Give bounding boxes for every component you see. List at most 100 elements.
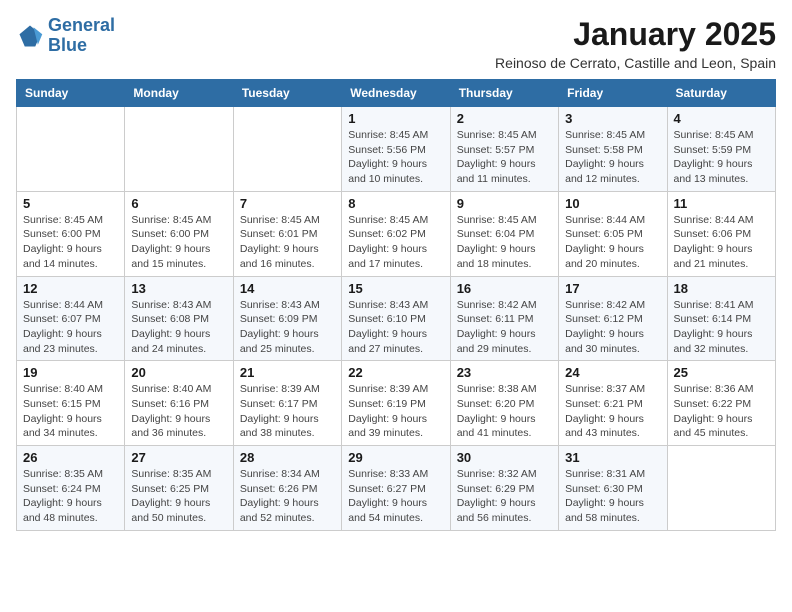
day-number: 19: [23, 365, 118, 380]
day-info: Sunrise: 8:45 AM Sunset: 6:00 PM Dayligh…: [131, 213, 226, 272]
day-info: Sunrise: 8:45 AM Sunset: 6:04 PM Dayligh…: [457, 213, 552, 272]
day-info: Sunrise: 8:31 AM Sunset: 6:30 PM Dayligh…: [565, 467, 660, 526]
calendar-cell: 10 Sunrise: 8:44 AM Sunset: 6:05 PM Dayli…: [559, 191, 667, 276]
calendar-cell: 3Sunrise: 8:45 AM Sunset: 5:58 PM Daylig…: [559, 107, 667, 192]
calendar-cell: 11 Sunrise: 8:44 AM Sunset: 6:06 PM Dayli…: [667, 191, 775, 276]
day-info: Sunrise: 8:36 AM Sunset: 6:22 PM Dayligh…: [674, 382, 769, 441]
day-number: 5: [23, 196, 118, 211]
calendar-week-5: 26 Sunrise: 8:35 AM Sunset: 6:24 PM Dayli…: [17, 446, 776, 531]
logo-icon: [16, 22, 44, 50]
day-info: Sunrise: 8:43 AM Sunset: 6:08 PM Dayligh…: [131, 298, 226, 357]
calendar-week-2: 5 Sunrise: 8:45 AM Sunset: 6:00 PM Daylig…: [17, 191, 776, 276]
weekday-header-wednesday: Wednesday: [342, 80, 450, 107]
calendar-cell: 27 Sunrise: 8:35 AM Sunset: 6:25 PM Dayli…: [125, 446, 233, 531]
calendar-cell: 2Sunrise: 8:45 AM Sunset: 5:57 PM Daylig…: [450, 107, 558, 192]
calendar-cell: 7 Sunrise: 8:45 AM Sunset: 6:01 PM Daylig…: [233, 191, 341, 276]
calendar-cell: 13 Sunrise: 8:43 AM Sunset: 6:08 PM Dayli…: [125, 276, 233, 361]
day-info: Sunrise: 8:44 AM Sunset: 6:05 PM Dayligh…: [565, 213, 660, 272]
day-info: Sunrise: 8:33 AM Sunset: 6:27 PM Dayligh…: [348, 467, 443, 526]
day-info: Sunrise: 8:45 AM Sunset: 6:02 PM Dayligh…: [348, 213, 443, 272]
day-number: 26: [23, 450, 118, 465]
day-info: Sunrise: 8:42 AM Sunset: 6:12 PM Dayligh…: [565, 298, 660, 357]
calendar-cell: 16Sunrise: 8:42 AM Sunset: 6:11 PM Dayli…: [450, 276, 558, 361]
day-info: Sunrise: 8:35 AM Sunset: 6:24 PM Dayligh…: [23, 467, 118, 526]
calendar-cell: 23 Sunrise: 8:38 AM Sunset: 6:20 PM Dayli…: [450, 361, 558, 446]
day-number: 28: [240, 450, 335, 465]
day-number: 24: [565, 365, 660, 380]
day-info: Sunrise: 8:43 AM Sunset: 6:10 PM Dayligh…: [348, 298, 443, 357]
calendar-cell: 15Sunrise: 8:43 AM Sunset: 6:10 PM Dayli…: [342, 276, 450, 361]
day-number: 22: [348, 365, 443, 380]
day-number: 8: [348, 196, 443, 211]
day-info: Sunrise: 8:45 AM Sunset: 6:00 PM Dayligh…: [23, 213, 118, 272]
day-number: 25: [674, 365, 769, 380]
day-info: Sunrise: 8:35 AM Sunset: 6:25 PM Dayligh…: [131, 467, 226, 526]
weekday-header-friday: Friday: [559, 80, 667, 107]
day-info: Sunrise: 8:45 AM Sunset: 6:01 PM Dayligh…: [240, 213, 335, 272]
day-number: 17: [565, 281, 660, 296]
day-number: 20: [131, 365, 226, 380]
calendar-cell: 1 Sunrise: 8:45 AM Sunset: 5:56 PM Daylig…: [342, 107, 450, 192]
day-number: 4: [674, 111, 769, 126]
day-info: Sunrise: 8:38 AM Sunset: 6:20 PM Dayligh…: [457, 382, 552, 441]
day-info: Sunrise: 8:44 AM Sunset: 6:07 PM Dayligh…: [23, 298, 118, 357]
day-number: 13: [131, 281, 226, 296]
calendar-cell: 18 Sunrise: 8:41 AM Sunset: 6:14 PM Dayli…: [667, 276, 775, 361]
day-number: 30: [457, 450, 552, 465]
calendar-cell: 26 Sunrise: 8:35 AM Sunset: 6:24 PM Dayli…: [17, 446, 125, 531]
calendar-cell: 29 Sunrise: 8:33 AM Sunset: 6:27 PM Dayli…: [342, 446, 450, 531]
calendar-cell: 17 Sunrise: 8:42 AM Sunset: 6:12 PM Dayli…: [559, 276, 667, 361]
day-number: 11: [674, 196, 769, 211]
calendar-cell: 5 Sunrise: 8:45 AM Sunset: 6:00 PM Daylig…: [17, 191, 125, 276]
calendar-body: 1 Sunrise: 8:45 AM Sunset: 5:56 PM Daylig…: [17, 107, 776, 531]
day-number: 2: [457, 111, 552, 126]
day-info: Sunrise: 8:45 AM Sunset: 5:56 PM Dayligh…: [348, 128, 443, 187]
weekday-header-tuesday: Tuesday: [233, 80, 341, 107]
day-number: 27: [131, 450, 226, 465]
day-number: 3: [565, 111, 660, 126]
title-area: January 2025 Reinoso de Cerrato, Castill…: [495, 16, 776, 71]
calendar-cell: 9 Sunrise: 8:45 AM Sunset: 6:04 PM Daylig…: [450, 191, 558, 276]
day-number: 9: [457, 196, 552, 211]
calendar-cell: 4 Sunrise: 8:45 AM Sunset: 5:59 PM Daylig…: [667, 107, 775, 192]
calendar-week-1: 1 Sunrise: 8:45 AM Sunset: 5:56 PM Daylig…: [17, 107, 776, 192]
logo-text: General Blue: [48, 16, 115, 56]
day-number: 29: [348, 450, 443, 465]
day-number: 10: [565, 196, 660, 211]
day-number: 1: [348, 111, 443, 126]
day-info: Sunrise: 8:43 AM Sunset: 6:09 PM Dayligh…: [240, 298, 335, 357]
day-number: 7: [240, 196, 335, 211]
weekday-header-saturday: Saturday: [667, 80, 775, 107]
calendar-cell: 19Sunrise: 8:40 AM Sunset: 6:15 PM Dayli…: [17, 361, 125, 446]
day-number: 12: [23, 281, 118, 296]
calendar-week-4: 19Sunrise: 8:40 AM Sunset: 6:15 PM Dayli…: [17, 361, 776, 446]
calendar-cell: 12 Sunrise: 8:44 AM Sunset: 6:07 PM Dayli…: [17, 276, 125, 361]
day-info: Sunrise: 8:40 AM Sunset: 6:16 PM Dayligh…: [131, 382, 226, 441]
weekday-header-monday: Monday: [125, 80, 233, 107]
day-info: Sunrise: 8:45 AM Sunset: 5:59 PM Dayligh…: [674, 128, 769, 187]
day-info: Sunrise: 8:41 AM Sunset: 6:14 PM Dayligh…: [674, 298, 769, 357]
calendar-cell: 8 Sunrise: 8:45 AM Sunset: 6:02 PM Daylig…: [342, 191, 450, 276]
calendar-cell: 28 Sunrise: 8:34 AM Sunset: 6:26 PM Dayli…: [233, 446, 341, 531]
day-info: Sunrise: 8:39 AM Sunset: 6:17 PM Dayligh…: [240, 382, 335, 441]
calendar-cell: 6 Sunrise: 8:45 AM Sunset: 6:00 PM Daylig…: [125, 191, 233, 276]
day-info: Sunrise: 8:44 AM Sunset: 6:06 PM Dayligh…: [674, 213, 769, 272]
page-header: General Blue January 2025 Reinoso de Cer…: [16, 16, 776, 71]
calendar-subtitle: Reinoso de Cerrato, Castille and Leon, S…: [495, 55, 776, 71]
calendar-cell: 30Sunrise: 8:32 AM Sunset: 6:29 PM Dayli…: [450, 446, 558, 531]
day-number: 23: [457, 365, 552, 380]
calendar-cell: 22 Sunrise: 8:39 AM Sunset: 6:19 PM Dayli…: [342, 361, 450, 446]
calendar-title: January 2025: [495, 16, 776, 53]
calendar-cell: [125, 107, 233, 192]
calendar-cell: 21 Sunrise: 8:39 AM Sunset: 6:17 PM Dayli…: [233, 361, 341, 446]
day-info: Sunrise: 8:37 AM Sunset: 6:21 PM Dayligh…: [565, 382, 660, 441]
day-number: 31: [565, 450, 660, 465]
weekday-header-thursday: Thursday: [450, 80, 558, 107]
day-number: 6: [131, 196, 226, 211]
day-number: 18: [674, 281, 769, 296]
day-info: Sunrise: 8:34 AM Sunset: 6:26 PM Dayligh…: [240, 467, 335, 526]
day-info: Sunrise: 8:39 AM Sunset: 6:19 PM Dayligh…: [348, 382, 443, 441]
calendar-cell: 14Sunrise: 8:43 AM Sunset: 6:09 PM Dayli…: [233, 276, 341, 361]
weekday-header-sunday: Sunday: [17, 80, 125, 107]
day-number: 21: [240, 365, 335, 380]
